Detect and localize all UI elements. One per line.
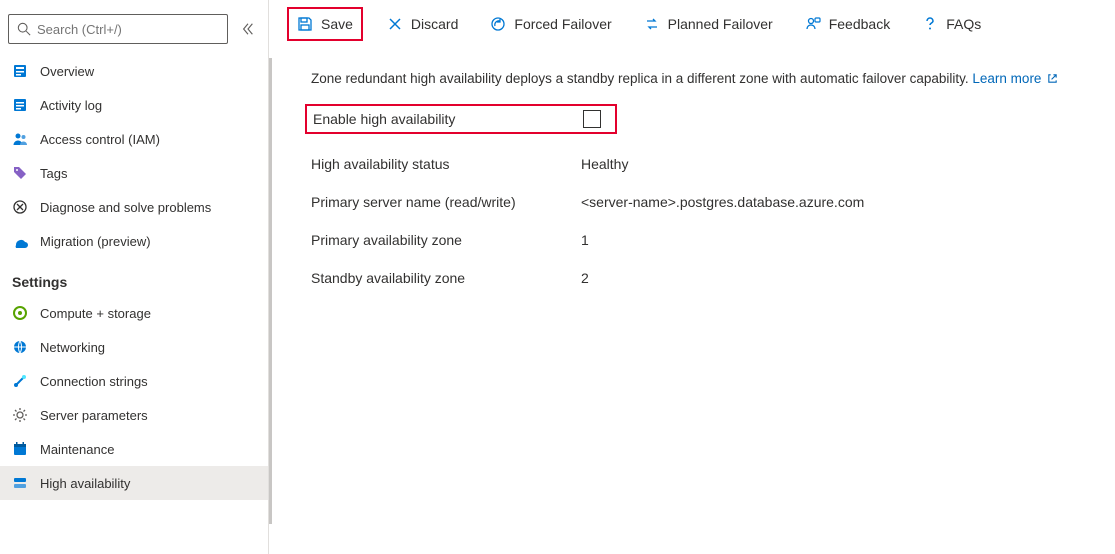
learn-more-link[interactable]: Learn more: [972, 71, 1058, 86]
primary-name-label: Primary server name (read/write): [311, 194, 581, 210]
toolbar: Save Discard Forced Failover Planned Fai…: [269, 0, 1115, 48]
sidebar-section-settings: Settings: [0, 258, 268, 296]
details-grid: Enable high availability High availabili…: [311, 104, 1087, 286]
sidebar-item-diagnose[interactable]: Diagnose and solve problems: [0, 190, 268, 224]
sidebar-item-connection-strings[interactable]: Connection strings: [0, 364, 268, 398]
networking-icon: [12, 339, 28, 355]
sidebar-item-overview[interactable]: Overview: [0, 54, 268, 88]
standby-zone-label: Standby availability zone: [311, 270, 581, 286]
planned-failover-button[interactable]: Planned Failover: [636, 7, 781, 41]
nav: Overview Activity log Access control (IA…: [0, 54, 268, 554]
connection-strings-icon: [12, 373, 28, 389]
planned-failover-icon: [644, 16, 660, 32]
forced-failover-label: Forced Failover: [514, 16, 611, 32]
tags-icon: [12, 165, 28, 181]
compute-icon: [12, 305, 28, 321]
external-link-icon: [1047, 73, 1058, 84]
server-parameters-icon: [12, 407, 28, 423]
discard-icon: [387, 16, 403, 32]
sidebar-item-label: Migration (preview): [40, 234, 151, 249]
content-divider: [269, 58, 272, 524]
sidebar-item-label: Maintenance: [40, 442, 114, 457]
forced-failover-icon: [490, 16, 506, 32]
sidebar-item-label: Server parameters: [40, 408, 148, 423]
sidebar-item-server-parameters[interactable]: Server parameters: [0, 398, 268, 432]
search-input[interactable]: [31, 22, 219, 37]
diagnose-icon: [12, 199, 28, 215]
iam-icon: [12, 131, 28, 147]
description-text: Zone redundant high availability deploys…: [311, 71, 969, 86]
search-row: [0, 14, 268, 54]
sidebar-item-access-control[interactable]: Access control (IAM): [0, 122, 268, 156]
sidebar-item-label: Overview: [40, 64, 94, 79]
sidebar-item-high-availability[interactable]: High availability: [0, 466, 268, 500]
ha-status-value: Healthy: [581, 156, 1087, 172]
maintenance-icon: [12, 441, 28, 457]
feedback-icon: [805, 16, 821, 32]
sidebar-item-label: Connection strings: [40, 374, 148, 389]
sidebar-item-maintenance[interactable]: Maintenance: [0, 432, 268, 466]
save-label: Save: [321, 16, 353, 32]
enable-ha-label: Enable high availability: [307, 111, 577, 127]
primary-zone-label: Primary availability zone: [311, 232, 581, 248]
sidebar-item-label: Access control (IAM): [40, 132, 160, 147]
sidebar-item-label: Networking: [40, 340, 105, 355]
high-availability-icon: [12, 475, 28, 491]
primary-name-value: <server-name>.postgres.database.azure.co…: [581, 194, 1087, 210]
discard-label: Discard: [411, 16, 458, 32]
sidebar-item-migration[interactable]: Migration (preview): [0, 224, 268, 258]
enable-ha-checkbox[interactable]: [583, 110, 601, 128]
sidebar: Overview Activity log Access control (IA…: [0, 0, 268, 554]
faqs-label: FAQs: [946, 16, 981, 32]
feedback-label: Feedback: [829, 16, 890, 32]
planned-failover-label: Planned Failover: [668, 16, 773, 32]
content: Zone redundant high availability deploys…: [269, 48, 1115, 286]
search-icon: [17, 22, 31, 36]
faqs-button[interactable]: FAQs: [914, 7, 989, 41]
primary-zone-value: 1: [581, 232, 1087, 248]
save-icon: [297, 16, 313, 32]
sidebar-item-tags[interactable]: Tags: [0, 156, 268, 190]
migration-icon: [12, 233, 28, 249]
sidebar-item-networking[interactable]: Networking: [0, 330, 268, 364]
forced-failover-button[interactable]: Forced Failover: [482, 7, 619, 41]
main: Save Discard Forced Failover Planned Fai…: [268, 0, 1115, 554]
sidebar-item-label: Diagnose and solve problems: [40, 200, 211, 215]
feedback-button[interactable]: Feedback: [797, 7, 898, 41]
discard-button[interactable]: Discard: [379, 7, 466, 41]
sidebar-item-activity-log[interactable]: Activity log: [0, 88, 268, 122]
collapse-sidebar-button[interactable]: [236, 17, 260, 41]
sidebar-item-label: High availability: [40, 476, 130, 491]
standby-zone-value: 2: [581, 270, 1087, 286]
faqs-icon: [922, 16, 938, 32]
save-button[interactable]: Save: [287, 7, 363, 41]
activity-log-icon: [12, 97, 28, 113]
ha-status-label: High availability status: [311, 156, 581, 172]
overview-icon: [12, 63, 28, 79]
sidebar-item-label: Activity log: [40, 98, 102, 113]
search-box[interactable]: [8, 14, 228, 44]
enable-high-availability-row: Enable high availability: [305, 104, 617, 134]
description: Zone redundant high availability deploys…: [311, 68, 1087, 90]
sidebar-item-label: Compute + storage: [40, 306, 151, 321]
chevron-double-left-icon: [241, 22, 255, 36]
sidebar-item-compute-storage[interactable]: Compute + storage: [0, 296, 268, 330]
app-root: Overview Activity log Access control (IA…: [0, 0, 1115, 554]
sidebar-item-label: Tags: [40, 166, 67, 181]
